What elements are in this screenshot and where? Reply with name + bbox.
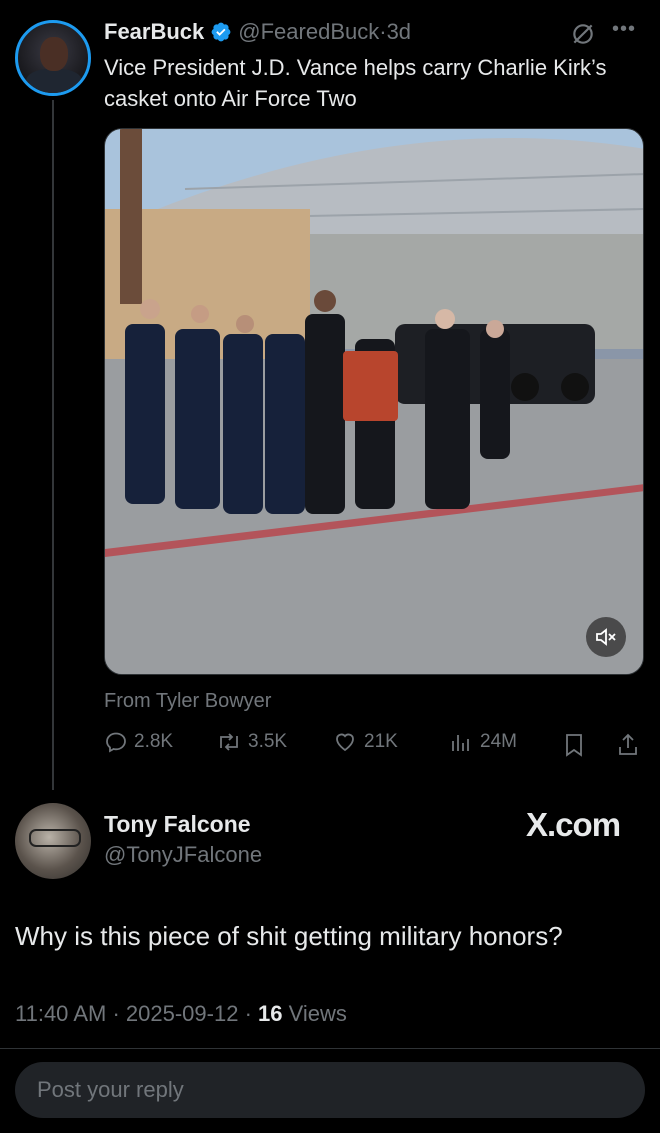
like-count: 21K <box>364 731 398 752</box>
like-icon <box>336 733 354 752</box>
share-icon[interactable] <box>616 732 640 758</box>
avatar[interactable] <box>15 20 91 96</box>
reply-avatar[interactable] <box>15 803 91 879</box>
tweet-text: Vice President J.D. Vance helps carry Ch… <box>104 55 607 111</box>
repost-icon <box>220 733 238 751</box>
avatar-face <box>40 37 68 71</box>
avatar-glasses <box>29 829 81 847</box>
post-meta: 11:40 AM · 2025-09-12 · 16 Views <box>15 1001 347 1027</box>
separator: · <box>112 1001 120 1026</box>
post-date[interactable]: 2025-09-12 <box>126 1001 239 1026</box>
bookmark-icon[interactable] <box>562 732 586 758</box>
views-label: Views <box>288 1001 347 1026</box>
thread-connector <box>52 100 54 790</box>
reply-author-name[interactable]: Tony Falcone <box>104 811 251 838</box>
mute-button[interactable] <box>586 617 626 657</box>
reply-input[interactable] <box>15 1062 617 1118</box>
grok-icon[interactable] <box>570 21 596 47</box>
timestamp[interactable]: 3d <box>387 19 411 45</box>
action-bar: 2.8K 3.5K 21K 24M <box>104 730 644 760</box>
like-button[interactable]: 21K <box>332 730 398 754</box>
more-icon[interactable]: ••• <box>612 18 636 41</box>
reply-author-handle[interactable]: @TonyJFalcone <box>104 842 262 868</box>
post-time[interactable]: 11:40 AM <box>15 1001 106 1026</box>
tweet-media[interactable] <box>104 128 644 675</box>
author-name[interactable]: FearBuck <box>104 19 204 45</box>
tweet-header: FearBuck @FearedBuck · 3d <box>104 17 640 47</box>
avatar-body <box>26 69 82 93</box>
views-count: 24M <box>480 731 517 752</box>
divider <box>0 1048 660 1049</box>
media-image <box>105 129 643 674</box>
repost-count: 3.5K <box>248 731 288 752</box>
reply-text: Why is this piece of shit getting milita… <box>15 921 563 951</box>
views-number: 16 <box>258 1001 283 1026</box>
reply-count: 2.8K <box>134 731 174 752</box>
verified-badge-icon <box>211 22 231 42</box>
media-credit[interactable]: From Tyler Bowyer <box>104 690 271 713</box>
reply-button[interactable]: 2.8K <box>104 730 173 754</box>
separator: · <box>379 19 387 44</box>
views-icon <box>452 735 469 751</box>
separator: · <box>244 1001 252 1026</box>
repost-button[interactable]: 3.5K <box>216 730 287 754</box>
reply-icon <box>106 732 126 753</box>
author-handle[interactable]: @FearedBuck <box>238 19 379 45</box>
views-button[interactable]: 24M <box>448 730 517 754</box>
mute-icon <box>596 628 616 646</box>
reply-composer[interactable] <box>15 1062 645 1118</box>
watermark: X.com <box>526 806 621 843</box>
